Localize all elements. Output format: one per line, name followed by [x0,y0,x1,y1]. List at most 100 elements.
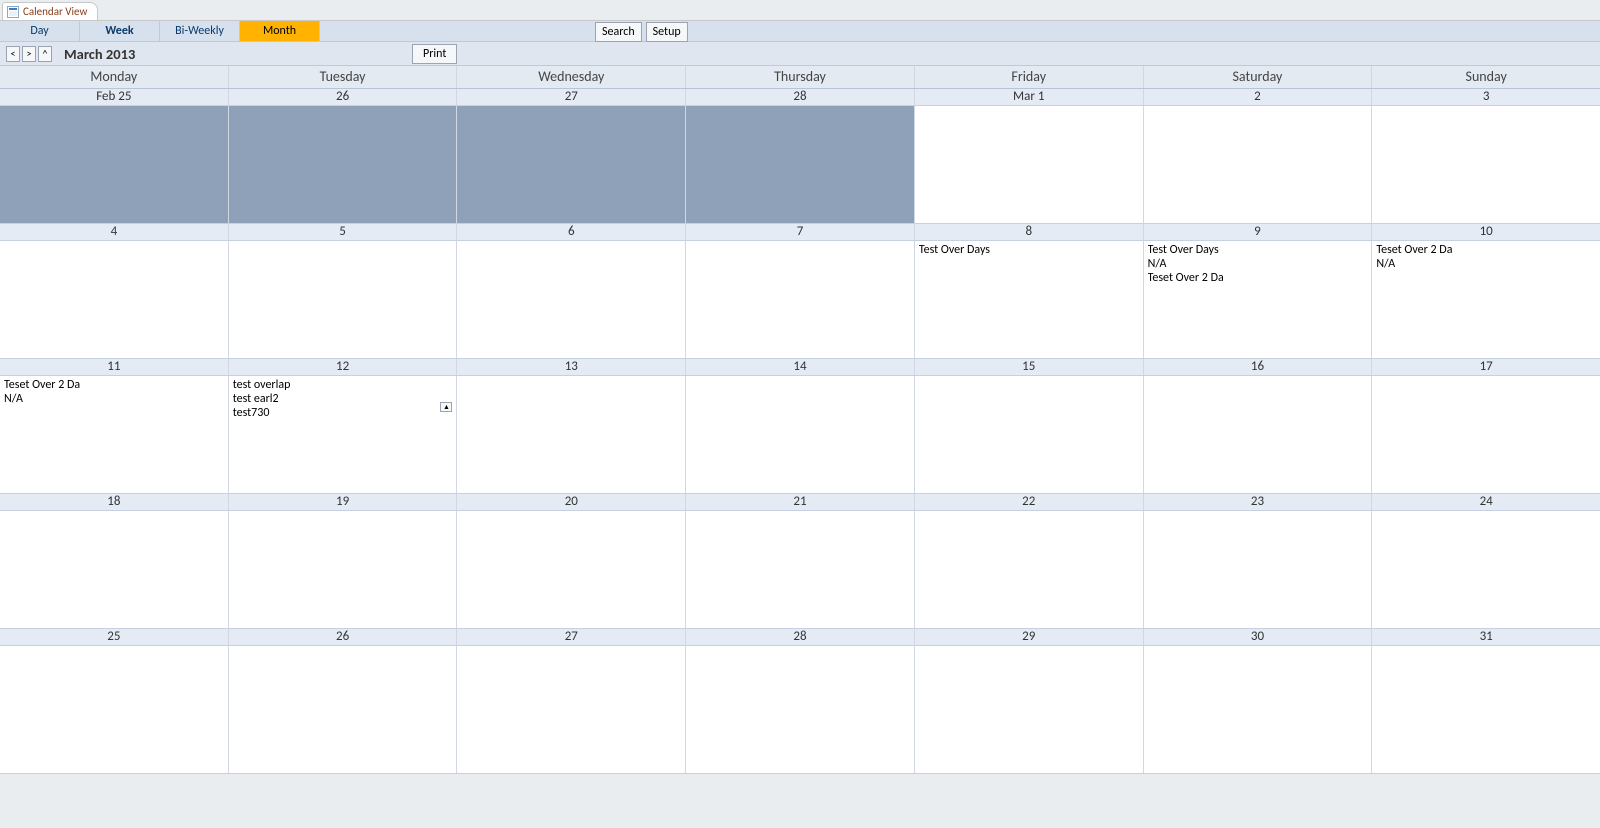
date-header-cell: 23 [1144,494,1373,510]
next-button[interactable]: > [22,46,36,62]
day-cell[interactable] [686,646,915,773]
date-header-cell: 12 [229,359,458,375]
day-cell[interactable]: Test Over Days [915,241,1144,358]
weekday-header: Friday [915,66,1144,88]
event-item[interactable]: test earl2 [233,392,453,406]
event-item[interactable]: Teset Over 2 Da [1148,271,1368,285]
day-cell[interactable] [1372,376,1600,493]
view-tab-month[interactable]: Month [240,21,320,41]
event-item[interactable]: Test Over Days [1148,243,1368,257]
date-header-cell: 4 [0,224,229,240]
setup-button[interactable]: Setup [646,22,688,42]
date-header-cell: 16 [1144,359,1373,375]
day-cell[interactable] [457,511,686,628]
event-item[interactable]: Teset Over 2 Da [4,378,224,392]
day-cell[interactable] [457,241,686,358]
search-button[interactable]: Search [595,22,642,42]
event-item[interactable]: Test Over Days [919,243,1139,257]
day-cell[interactable] [915,511,1144,628]
form-icon [7,6,19,18]
date-header-cell: 21 [686,494,915,510]
date-header-cell: 11 [0,359,229,375]
day-cell[interactable] [229,241,458,358]
day-cell[interactable] [229,646,458,773]
weekday-header-row: MondayTuesdayWednesdayThursdayFridaySatu… [0,66,1600,89]
day-cell[interactable]: test overlaptest earl2test730▲ [229,376,458,493]
week-row [0,646,1600,774]
weekday-header: Tuesday [229,66,458,88]
date-header-row: 25262728293031 [0,629,1600,646]
event-item[interactable]: Teset Over 2 Da [1376,243,1596,257]
event-item[interactable]: N/A [4,392,224,406]
day-cell[interactable]: Teset Over 2 DaN/A [1372,241,1600,358]
day-cell[interactable] [1144,646,1373,773]
today-button[interactable]: ^ [38,46,52,62]
view-tab-bi-weekly[interactable]: Bi-Weekly [160,21,240,41]
day-cell[interactable]: Test Over DaysN/ATeset Over 2 Da [1144,241,1373,358]
day-cell[interactable] [0,106,229,223]
date-header-cell: 26 [229,89,458,105]
date-header-row: 11121314151617 [0,359,1600,376]
date-header-cell: 31 [1372,629,1600,645]
more-events-icon[interactable]: ▲ [440,402,452,412]
week-row [0,511,1600,629]
day-cell[interactable] [686,511,915,628]
calendar-view-tab[interactable]: Calendar View [2,2,98,20]
event-item[interactable]: N/A [1376,257,1596,271]
day-cell[interactable] [1372,646,1600,773]
day-cell[interactable] [0,511,229,628]
calendar-view-tab-label: Calendar View [23,5,87,18]
document-tab-bar: Calendar View [0,0,1600,20]
weekday-header: Wednesday [457,66,686,88]
date-header-cell: 8 [915,224,1144,240]
day-cell[interactable] [229,106,458,223]
day-cell[interactable] [915,376,1144,493]
day-cell[interactable] [229,511,458,628]
day-cell[interactable] [0,241,229,358]
date-header-cell: 10 [1372,224,1600,240]
date-header-cell: 28 [686,629,915,645]
date-header-cell: 25 [0,629,229,645]
day-cell[interactable] [686,106,915,223]
weekday-header: Thursday [686,66,915,88]
date-header-cell: 3 [1372,89,1600,105]
date-header-cell: 7 [686,224,915,240]
print-button[interactable]: Print [412,44,457,64]
weekday-header: Sunday [1372,66,1600,88]
day-cell[interactable] [0,646,229,773]
week-row [0,106,1600,224]
day-cell[interactable] [457,106,686,223]
calendar-grid: MondayTuesdayWednesdayThursdayFridaySatu… [0,66,1600,828]
view-tabs-bar: DayWeekBi-WeeklyMonth Search Setup [0,20,1600,42]
calendar-sub-header: < > ^ March 2013 Print [0,42,1600,66]
day-cell[interactable] [915,106,1144,223]
day-cell[interactable] [457,376,686,493]
date-header-cell: 18 [0,494,229,510]
prev-button[interactable]: < [6,46,20,62]
event-item[interactable]: test730 [233,406,453,420]
date-header-cell: Mar 1 [915,89,1144,105]
view-tab-week[interactable]: Week [80,21,160,41]
day-cell[interactable] [686,376,915,493]
day-cell[interactable] [1372,106,1600,223]
view-tab-day[interactable]: Day [0,21,80,41]
day-cell[interactable]: Teset Over 2 DaN/A [0,376,229,493]
date-header-cell: 28 [686,89,915,105]
date-header-cell: 30 [1144,629,1373,645]
date-header-cell: 20 [457,494,686,510]
date-header-cell: 9 [1144,224,1373,240]
date-header-cell: 13 [457,359,686,375]
event-item[interactable]: test overlap [233,378,453,392]
date-header-cell: 27 [457,629,686,645]
weekday-header: Monday [0,66,229,88]
day-cell[interactable] [1144,511,1373,628]
week-row: Test Over DaysTest Over DaysN/ATeset Ove… [0,241,1600,359]
day-cell[interactable] [1144,376,1373,493]
day-cell[interactable] [915,646,1144,773]
day-cell[interactable] [1372,511,1600,628]
date-header-cell: 6 [457,224,686,240]
day-cell[interactable] [686,241,915,358]
day-cell[interactable] [457,646,686,773]
day-cell[interactable] [1144,106,1373,223]
event-item[interactable]: N/A [1148,257,1368,271]
